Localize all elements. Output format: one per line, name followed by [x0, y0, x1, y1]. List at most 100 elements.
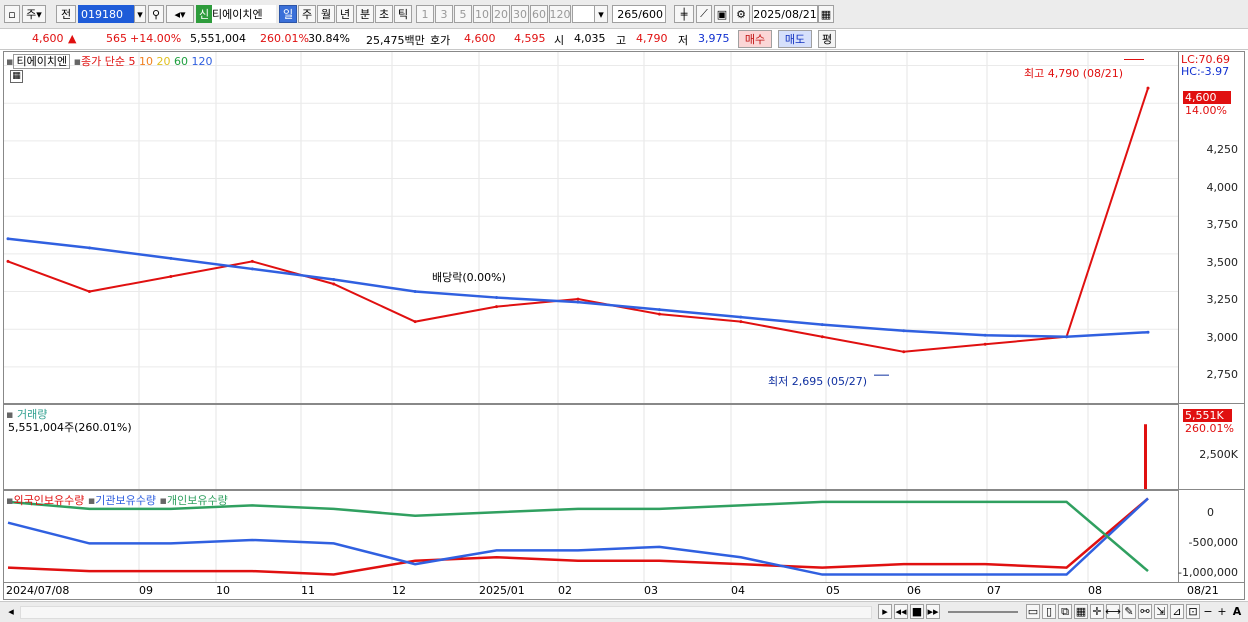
sound-icon[interactable]: ◂▾ — [166, 5, 194, 23]
calendar-icon[interactable]: ▦ — [818, 5, 834, 23]
data-point — [657, 312, 661, 316]
interval-5[interactable]: 5 — [454, 5, 472, 23]
legend-ma-10: 10 — [139, 55, 154, 68]
low-annotation: 최저 2,695 (05/27) — [768, 375, 868, 388]
data-point — [820, 335, 824, 339]
eval-button[interactable]: 평 — [818, 30, 836, 48]
low: 3,975 — [698, 32, 730, 45]
table-icon[interactable]: ▦ — [10, 70, 23, 83]
scroll-right-icon[interactable]: ▸ — [878, 604, 892, 619]
x-label: 09 — [139, 584, 153, 597]
x-label: 04 — [731, 584, 745, 597]
x-label: 07 — [987, 584, 1001, 597]
volume-axis: 5,551K 260.01% 2,500K — [1179, 404, 1245, 490]
tab-minute[interactable]: 분 — [356, 5, 374, 23]
measure-icon[interactable]: ⟷ — [1105, 604, 1121, 619]
x-label: 05 — [826, 584, 840, 597]
sell-button[interactable]: 매도 — [778, 30, 812, 48]
buy-button[interactable]: 매수 — [738, 30, 772, 48]
stop-icon[interactable]: ■ — [910, 604, 924, 619]
data-point — [169, 256, 173, 260]
interval-3[interactable]: 3 — [435, 5, 453, 23]
stock-name: 티에이치엔 — [212, 5, 276, 23]
tab-day[interactable]: 일 — [279, 5, 297, 23]
interval-120[interactable]: 120 — [549, 5, 571, 23]
holdings-y-tick: -1,000,000 — [1178, 566, 1238, 579]
interval-20[interactable]: 20 — [492, 5, 510, 23]
volume-value: 5,551,004주(260.01%) — [8, 421, 132, 434]
series-line — [7, 87, 1149, 353]
zoom-slider[interactable] — [948, 611, 1018, 613]
date-field[interactable]: 2025/08/21 — [752, 5, 818, 23]
data-point — [6, 259, 10, 263]
legend-stock-name: 티에이치엔 — [13, 54, 71, 69]
x-label: 02 — [558, 584, 572, 597]
code-input[interactable]: 019180 — [78, 5, 134, 23]
interval-1[interactable]: 1 — [416, 5, 434, 23]
grid-icon[interactable]: ▦ — [1074, 604, 1088, 619]
scroll-left-icon[interactable]: ◂ — [4, 604, 18, 619]
x-label: 08 — [1088, 584, 1102, 597]
y-tick: 3,000 — [1206, 331, 1239, 344]
data-point — [902, 350, 906, 354]
holdings-pane[interactable]: ▪외국인보유수량 ▪기관보유수량 ▪개인보유수량 — [3, 490, 1179, 583]
select-icon[interactable]: ⊡ — [1186, 604, 1200, 619]
tab-second[interactable]: 초 — [375, 5, 393, 23]
tab-tick[interactable]: 틱 — [394, 5, 412, 23]
code-dropdown-icon[interactable]: ▾ — [134, 5, 146, 23]
prev-button[interactable]: 전 — [56, 5, 76, 23]
data-point — [332, 277, 336, 281]
tab-year[interactable]: 년 — [336, 5, 354, 23]
volume-ratio: 260.01% — [260, 32, 309, 45]
ruler-icon[interactable]: ⊿ — [1170, 604, 1184, 619]
volume-bar — [1144, 424, 1147, 489]
window-icon[interactable]: ▫ — [4, 5, 20, 23]
x-label: 12 — [392, 584, 406, 597]
copy-icon[interactable]: ⧉ — [1058, 604, 1072, 619]
high-annotation: 최고 4,790 (08/21) — [1024, 67, 1124, 80]
count-field[interactable]: 265/600 — [612, 5, 666, 23]
data-point — [6, 237, 10, 241]
tool-icon[interactable]: ⟋ — [696, 5, 712, 23]
layout-icon[interactable]: ▭ — [1026, 604, 1040, 619]
candle-icon[interactable]: ╪ — [674, 5, 694, 23]
data-point — [413, 320, 417, 324]
data-point — [902, 329, 906, 333]
price-axis: LC:70.69 HC:-3.97 4,600 14.00% 4,250 4,0… — [1179, 51, 1245, 404]
crosshair-icon[interactable]: ✛ — [1090, 604, 1104, 619]
current-price-badge: 4,600 — [1183, 91, 1231, 104]
count-total: /600 — [638, 7, 663, 21]
tab-week[interactable]: 주 — [298, 5, 316, 23]
period-select[interactable]: 주 ▾ — [22, 5, 46, 23]
price-chart-svg — [4, 52, 1178, 403]
search-icon[interactable]: ⚲ — [148, 5, 164, 23]
turnover: 30.84% — [308, 32, 350, 45]
price-pane[interactable]: ▪ 티에이치엔 ▪종가 단순 5 10 20 60 120 ▦ — [3, 51, 1179, 404]
open-label: 시 — [554, 34, 565, 47]
interval-60[interactable]: 60 — [530, 5, 548, 23]
data-point — [739, 320, 743, 324]
split-icon[interactable]: ▯ — [1042, 604, 1056, 619]
high: 4,790 — [636, 32, 668, 45]
volume-pane[interactable]: ▪ 거래량 5,551,004주(260.01%) — [3, 404, 1179, 490]
scrollbar-track[interactable] — [20, 606, 872, 619]
hoga-label: 호가 — [430, 34, 451, 47]
volume-chart-svg — [138, 405, 1147, 489]
gear-icon[interactable]: ⚙ — [732, 5, 750, 23]
tab-month[interactable]: 월 — [317, 5, 335, 23]
rewind-icon[interactable]: ◂◂ — [894, 604, 908, 619]
font-size-icon[interactable]: A — [1230, 604, 1244, 619]
draw-icon[interactable]: ✎ — [1122, 604, 1136, 619]
interval-30[interactable]: 30 — [511, 5, 529, 23]
link-icon[interactable]: ⚯ — [1138, 604, 1152, 619]
price-legend: ▪ 티에이치엔 ▪종가 단순 5 10 20 60 120 — [6, 54, 213, 69]
zoom-in-icon[interactable]: + — [1216, 604, 1228, 619]
zoom-out-icon[interactable]: − — [1202, 604, 1214, 619]
export-icon[interactable]: ⇲ — [1154, 604, 1168, 619]
data-point — [820, 323, 824, 327]
interval-dropdown-icon[interactable]: ▾ — [594, 5, 608, 23]
save-icon[interactable]: ▣ — [714, 5, 730, 23]
interval-10[interactable]: 10 — [473, 5, 491, 23]
forward-icon[interactable]: ▸▸ — [926, 604, 940, 619]
data-point — [495, 296, 499, 300]
